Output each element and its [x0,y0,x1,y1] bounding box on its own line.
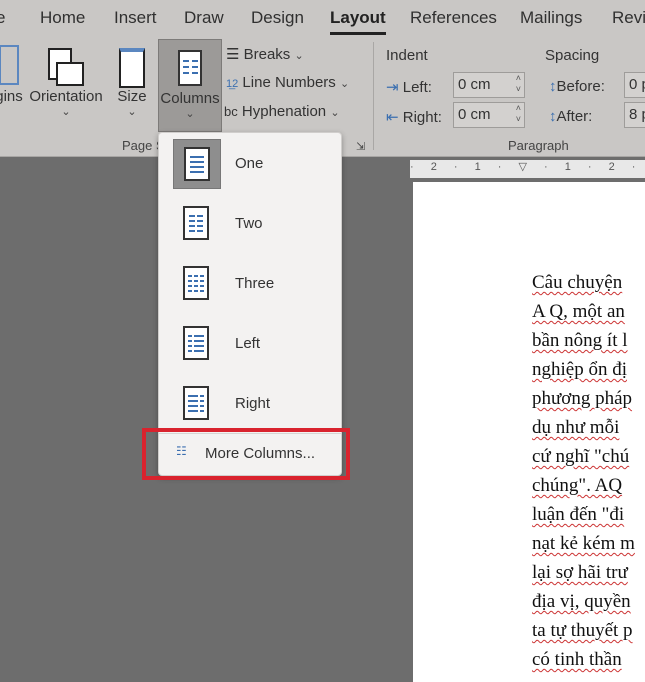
breaks-icon: ☰ [226,46,240,63]
spacing-after-input[interactable]: 8 p [624,102,645,128]
text-line: ta tự thuyết p [532,620,633,641]
orientation-button[interactable]: Orientation ⌄ [28,38,104,118]
breaks-label: Breaks [243,46,291,63]
indent-label: Indent [386,47,428,64]
chevron-down-icon: ⌄ [185,108,195,120]
highlight-box [142,428,350,480]
columns-dropdown-menu: One Two Three Left Right ☷ More Columns.… [158,132,342,476]
tab-mailings[interactable]: Mailings [520,8,582,28]
tab-draw[interactable]: Draw [184,8,224,28]
orientation-icon [28,38,104,88]
chevron-down-icon: ⌄ [61,106,71,118]
chevron-down-icon: ⌄ [127,106,137,118]
chevron-down-icon: ⌄ [339,78,350,90]
tab-references[interactable]: References [410,8,497,28]
column-option-three[interactable]: Three [171,259,331,309]
orientation-label: Orientation [29,88,103,105]
indent-right-input[interactable]: 0 cm ˄ ˅ [453,102,525,128]
ribbon-tabs: e Home Insert Draw Design Layout Referen… [0,0,645,38]
line-numbers-label: Line Numbers [242,74,336,91]
text-line: Câu chuyện [532,272,623,293]
spacing-before-input[interactable]: 0 p [624,72,645,98]
option-label: One [235,155,264,172]
hyphenation-icon: bc [224,104,238,119]
text-line: nghiệp ổn đị [532,359,627,380]
spacing-after-label: After: [556,108,593,125]
right-column-icon [173,379,219,427]
spin-arrows-icon[interactable]: ˄ ˅ [516,73,521,95]
three-columns-icon [173,259,219,307]
tab-design[interactable]: Design [251,8,304,28]
paragraph-group-label: Paragraph [508,138,569,153]
margins-button[interactable]: gins [0,38,24,105]
spacing-before-value: 0 p [629,76,645,93]
option-label: Right [235,395,271,412]
text-line: có tinh thần [532,649,622,670]
spacing-after-value: 8 p [629,106,645,123]
indent-left-label: Left: [402,79,432,96]
spacing-label: Spacing [545,47,600,64]
tab-insert[interactable]: Insert [114,8,157,28]
divider [373,42,374,150]
text-line: cứ nghĩ "chú [532,446,630,467]
line-numbers-button[interactable]: 1̲2 Line Numbers ⌄ [226,74,349,91]
margins-label: gins [0,88,23,105]
indent-left-value: 0 cm [458,76,491,93]
text-line: luận đến "đi [532,504,625,525]
text-line: lại sợ hãi trư [532,562,628,583]
line-numbers-icon: 1̲2 [226,78,239,90]
indent-left-input[interactable]: 0 cm ˄ ˅ [453,72,525,98]
column-option-one[interactable]: One [171,139,331,189]
columns-icon [159,40,221,90]
tab-file[interactable]: e [0,8,5,28]
spacing-before-icon: ↕ [549,78,557,95]
text-line: bần nông ít l [532,330,628,351]
text-line: địa vị, quyền [532,591,631,612]
tab-review[interactable]: Revie [612,8,645,28]
option-label: Left [235,335,261,352]
chevron-down-icon: ⌄ [294,50,304,62]
text-line: phương pháp [532,388,633,409]
left-column-icon [173,319,219,367]
text-line: dụ như mỗi [532,417,620,438]
hyphenation-button[interactable]: bc Hyphenation ⌄ [224,103,340,120]
column-option-left[interactable]: Left [171,319,331,369]
column-option-two[interactable]: Two [171,199,331,249]
two-columns-icon [173,199,219,247]
spacing-after-icon: ↕ [549,108,557,125]
dialog-launcher-icon[interactable]: ⇲ [356,140,365,153]
columns-label: Columns [160,90,220,107]
spacing-before-label: Before: [556,78,605,95]
size-label: Size [117,88,147,105]
text-line: A Q, một an [532,301,625,322]
size-icon [114,38,150,88]
indent-right-icon: ⇤ [386,109,399,126]
size-button[interactable]: Size ⌄ [114,38,150,118]
document-text[interactable]: Câu chuyện A Q, một an bần nông ít l ngh… [532,268,645,674]
column-option-right[interactable]: Right [171,379,331,429]
one-column-icon [173,139,221,189]
indent-right-value: 0 cm [458,106,491,123]
text-line: chúng". AQ [532,475,623,496]
breaks-button[interactable]: ☰ Breaks ⌄ [226,45,304,63]
chevron-down-icon: ⌄ [330,107,340,119]
option-label: Three [235,275,275,292]
hyphenation-label: Hyphenation [241,103,327,120]
option-label: Two [235,215,263,232]
indent-left-icon: ⇥ [386,79,399,96]
tab-layout[interactable]: Layout [330,8,386,35]
ruler-ticks: · 2 · 1 · ▽ · 1 · 2 · [410,161,643,173]
spin-arrows-icon[interactable]: ˄ ˅ [516,103,521,125]
indent-right-label: Right: [402,109,442,126]
tab-home[interactable]: Home [40,8,85,28]
horizontal-ruler[interactable]: · 2 · 1 · ▽ · 1 · 2 · [410,160,645,178]
columns-button[interactable]: Columns ⌄ [158,39,222,132]
text-line: nạt kẻ kém m [532,533,635,554]
margins-icon [0,38,24,88]
